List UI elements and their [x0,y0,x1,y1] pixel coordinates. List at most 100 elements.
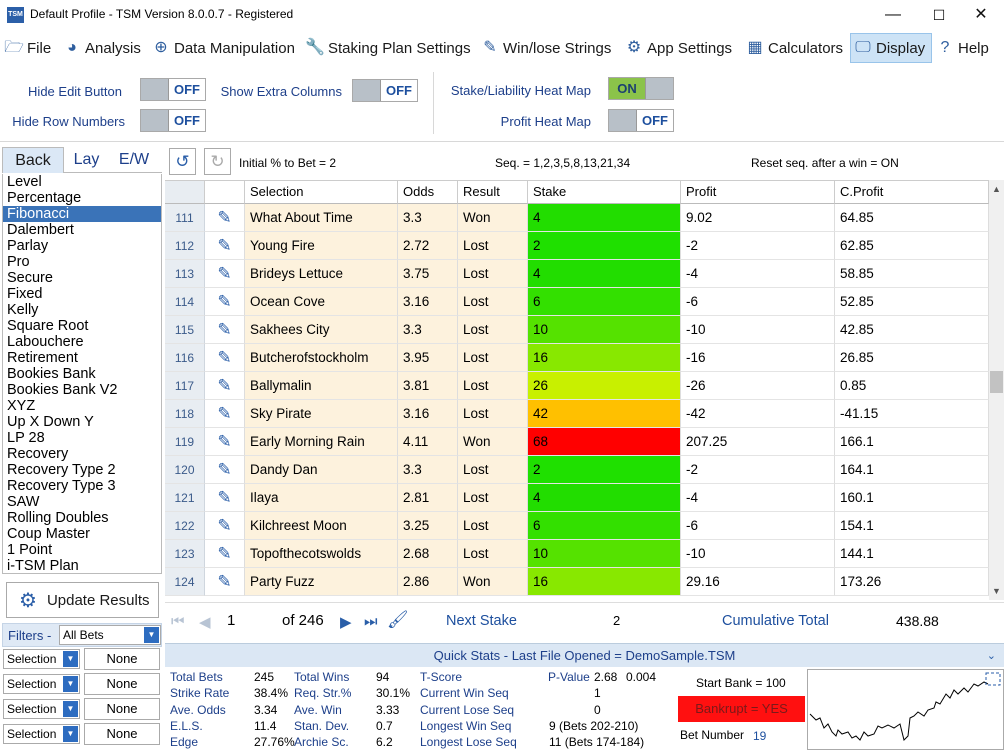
filter-field-dropdown[interactable]: Selection ▼ [3,674,80,694]
plan-item[interactable]: Secure [3,270,161,286]
table-row[interactable]: 113 ✎ Brideys Lettuce 3.75 Lost 4 -4 58.85 [165,260,989,288]
plan-item[interactable]: Bookies Bank V2 [3,382,161,398]
profit-heat-map-toggle[interactable]: OFF [608,109,674,132]
table-row[interactable]: 123 ✎ Topofthecotswolds 2.68 Lost 10 -10 144.1 [165,540,989,568]
column-header-result[interactable]: Result [458,181,528,204]
close-button[interactable]: ✕ [958,0,1004,30]
edit-icon[interactable]: ✎ [205,372,245,400]
edit-icon[interactable]: ✎ [205,316,245,344]
menu-win-lose-strings[interactable]: ✎ Win/lose Strings [480,33,611,63]
menu-calculators[interactable]: ▦ Calculators [745,33,843,63]
plan-item[interactable]: SAW [3,494,161,510]
show-extra-columns-toggle[interactable]: OFF [352,79,418,102]
plan-item[interactable]: Level [3,174,161,190]
plan-item[interactable]: LP 28 [3,430,161,446]
undo-icon[interactable]: ↺ [169,148,196,175]
plan-item[interactable]: XYZ [3,398,161,414]
table-row[interactable]: 114 ✎ Ocean Cove 3.16 Lost 6 -6 52.85 [165,288,989,316]
filters-dropdown[interactable]: All Bets ▼ [59,625,161,645]
next-page-icon[interactable]: ▶ [340,613,352,631]
table-row[interactable]: 120 ✎ Dandy Dan 3.3 Lost 2 -2 164.1 [165,456,989,484]
edit-icon[interactable]: ✎ [205,204,245,232]
maximize-button[interactable]: ☐ [916,0,962,30]
vertical-scrollbar[interactable]: ▲ ▼ [989,180,1004,600]
last-page-icon[interactable]: ⏭ [364,613,378,630]
menu-file[interactable]: 🗁 File [4,33,51,63]
plan-item[interactable]: Square Root [3,318,161,334]
edit-icon[interactable]: ✎ [205,540,245,568]
update-results-button[interactable]: ⚙ Update Results [6,582,159,618]
edit-icon[interactable]: ✎ [205,260,245,288]
menu-help[interactable]: ? Help [935,33,989,63]
plan-item[interactable]: 1 Point [3,542,161,558]
column-header-odds[interactable]: Odds [398,181,458,204]
edit-icon[interactable]: ✎ [205,232,245,260]
prev-page-icon[interactable]: ◀ [199,613,211,631]
filter-value-field[interactable]: None [84,698,160,720]
edit-icon[interactable]: ✎ [205,344,245,372]
plan-item[interactable]: Bookies Bank [3,366,161,382]
plan-item[interactable]: Kelly [3,302,161,318]
table-row[interactable]: 112 ✎ Young Fire 2.72 Lost 2 -2 62.85 [165,232,989,260]
tab-back[interactable]: Back [2,147,64,173]
collapse-icon[interactable]: ⌄ [987,644,996,668]
plan-item[interactable]: i-TSM Plan [3,558,161,573]
filter-value-field[interactable]: None [84,673,160,695]
plan-item[interactable]: Labouchere [3,334,161,350]
menu-staking-plan-settings[interactable]: 🔧 Staking Plan Settings [305,33,471,63]
plan-item[interactable]: Fibonacci [3,206,161,222]
minimize-button[interactable]: — [870,0,916,30]
stake-heat-map-toggle[interactable]: ON [608,77,674,100]
edit-icon[interactable]: ✎ [205,512,245,540]
plan-item[interactable]: Dalembert [3,222,161,238]
menu-display[interactable]: 🖵 Display [850,33,933,63]
page-number[interactable]: 1 [227,612,235,629]
column-header-selection[interactable]: Selection [245,181,398,204]
plan-item[interactable]: Retirement [3,350,161,366]
menu-app-settings[interactable]: ⚙ App Settings [624,33,732,63]
table-row[interactable]: 119 ✎ Early Morning Rain 4.11 Won 68 207.25 166… [165,428,989,456]
plan-item[interactable]: Fixed [3,286,161,302]
column-header-profit[interactable]: Profit [681,181,835,204]
edit-icon[interactable]: ✎ [205,428,245,456]
menu-analysis[interactable]: ◕ Analysis [62,33,141,63]
plan-item[interactable]: Recovery Type 3 [3,478,161,494]
column-header-cprofit[interactable]: C.Profit [835,181,989,204]
plan-item[interactable]: Percentage [3,190,161,206]
filter-value-field[interactable]: None [84,648,160,670]
edit-icon[interactable]: ✎ [205,456,245,484]
tab-lay[interactable]: Lay [64,147,109,173]
table-row[interactable]: 117 ✎ Ballymalin 3.81 Lost 26 -26 0.85 [165,372,989,400]
plan-item[interactable]: Recovery Type 2 [3,462,161,478]
filter-value-field[interactable]: None [84,723,160,745]
tab-ew[interactable]: E/W [109,147,159,173]
filter-field-dropdown[interactable]: Selection ▼ [3,699,80,719]
filter-field-dropdown[interactable]: Selection ▼ [3,724,80,744]
redo-icon[interactable]: ↻ [204,148,231,175]
table-row[interactable]: 111 ✎ What About Time 3.3 Won 4 9.02 64.85 [165,204,989,232]
table-row[interactable]: 122 ✎ Kilchreest Moon 3.25 Lost 6 -6 154.1 [165,512,989,540]
quick-stats-header[interactable]: Quick Stats - Last File Opened = DemoSam… [165,643,1004,667]
expand-icon[interactable] [985,672,1001,686]
filter-field-dropdown[interactable]: Selection ▼ [3,649,80,669]
edit-icon[interactable]: ✎ [205,484,245,512]
column-header-stake[interactable]: Stake [528,181,681,204]
table-row[interactable]: 115 ✎ Sakhees City 3.3 Lost 10 -10 42.85 [165,316,989,344]
plan-item[interactable]: Recovery [3,446,161,462]
edit-icon[interactable]: ✎ [205,400,245,428]
scroll-down-icon[interactable]: ▼ [992,586,1001,596]
edit-icon[interactable]: ✎ [205,568,245,596]
table-row[interactable]: 118 ✎ Sky Pirate 3.16 Lost 42 -42 -41.15 [165,400,989,428]
table-row[interactable]: 116 ✎ Butcherofstockholm 3.95 Lost 16 -16 26.85 [165,344,989,372]
plan-item[interactable]: Parlay [3,238,161,254]
table-row[interactable]: 121 ✎ Ilaya 2.81 Lost 4 -4 160.1 [165,484,989,512]
plan-item[interactable]: Up X Down Y [3,414,161,430]
plan-item[interactable]: Coup Master [3,526,161,542]
brush-icon[interactable]: 🖌 [387,610,409,630]
edit-icon[interactable]: ✎ [205,288,245,316]
hide-edit-button-toggle[interactable]: OFF [140,78,206,101]
scroll-up-icon[interactable]: ▲ [992,184,1001,194]
menu-data-manipulation[interactable]: ⊕ Data Manipulation [151,33,295,63]
hide-row-numbers-toggle[interactable]: OFF [140,109,206,132]
scrollbar-thumb[interactable] [990,371,1003,393]
